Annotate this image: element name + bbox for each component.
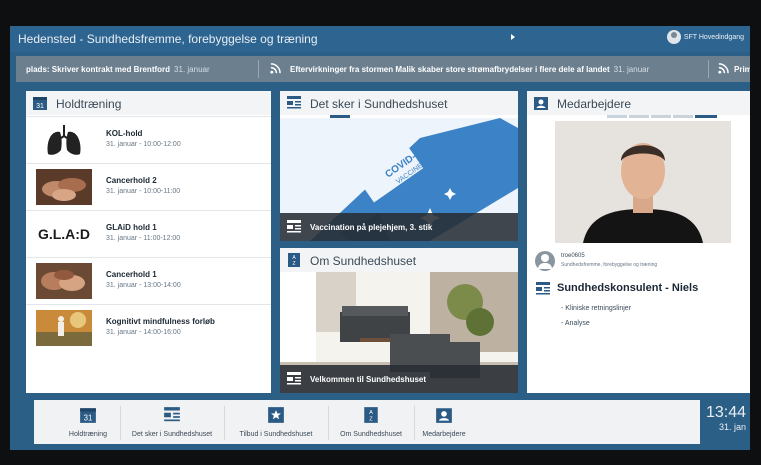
image-caption: Velkommen til Sundhedshuset (280, 365, 518, 393)
info-screen: Hedensted - Sundhedsfremme, forebyggelse… (10, 26, 750, 450)
news-icon (287, 96, 301, 109)
panel-title: Holdtræning (56, 97, 122, 111)
glad-logo: G.L.A:D (37, 226, 91, 242)
tab-det-sker[interactable]: Det sker i Sundhedshuset (120, 400, 224, 444)
item-title: Kognitivt mindfulness forløb (106, 317, 215, 326)
contact-icon (534, 97, 548, 110)
hands-photo (36, 169, 92, 205)
clock-date: 31. jan (718, 422, 746, 432)
item-date: 31. januar - 10:00-12:00 (106, 141, 181, 148)
item-date: 31. januar - 10:00-11:00 (106, 188, 181, 195)
rss-icon (718, 63, 729, 74)
svg-text:31: 31 (36, 103, 44, 110)
top-bar: Hedensted - Sundhedsfremme, forebyggelse… (10, 26, 750, 52)
az-icon: A Z (288, 253, 300, 267)
clock: 13:44 31. jan (706, 404, 746, 432)
om-sundhedshuset-panel[interactable]: A Z Om Sundhedshuset Velkommen til Sundh… (280, 248, 518, 393)
calendar-icon: 31 (33, 97, 47, 110)
slide-indicator (607, 115, 717, 118)
tab-tilbud[interactable]: Tilbud i Sundhedshuset (224, 400, 328, 444)
ticker-item[interactable]: plads: Skriver kontrakt med Brentford 31.… (26, 65, 210, 74)
news-ticker: plads: Skriver kontrakt med Brentford 31.… (16, 56, 750, 82)
employee-department: Sundhedsfremme, forebyggelse og træning (561, 262, 658, 268)
svg-text:Z: Z (292, 261, 295, 267)
list-item[interactable]: Kognitivt mindfulness forløb 31. januar … (26, 304, 271, 351)
caption-text: Vaccination på plejehjem, 3. stik (310, 223, 433, 232)
news-icon (287, 372, 301, 385)
news-icon (287, 220, 301, 233)
panel-header: 31 Holdtræning (26, 91, 271, 115)
employee-username: troe0605 (561, 253, 585, 259)
star-icon (268, 407, 284, 423)
item-title: KOL-hold (106, 129, 143, 138)
panel-title: Om Sundhedshuset (310, 254, 417, 268)
ticker-item[interactable]: Prim (734, 65, 750, 74)
svg-text:Z: Z (369, 417, 373, 423)
employee-skill: - Analyse (561, 320, 590, 327)
tab-label: Medarbejdere (422, 431, 466, 438)
news-icon (164, 407, 180, 422)
ticker-item[interactable]: Eftervirkninger fra stormen Malik skaber… (290, 65, 649, 74)
bottom-tab-bar: 31 Holdtræning Det sker i Sundhedshuset … (34, 400, 700, 444)
svg-text:A: A (369, 410, 373, 416)
user-name: SFT Hovedindgang (683, 33, 744, 41)
employee-avatar (535, 251, 555, 271)
panel-title: Medarbejdere (557, 97, 632, 111)
employee-photo (555, 121, 731, 243)
list-item[interactable]: G.L.A:D GLAiD hold 1 31. januar - 11:00-… (26, 210, 271, 257)
panel-title: Det sker i Sundhedshuset (310, 97, 448, 111)
item-title: GLAiD hold 1 (106, 223, 157, 232)
tab-label: Tilbud i Sundhedshuset (239, 431, 313, 438)
app-title: Hedensted - Sundhedsfremme, forebyggelse… (18, 32, 318, 46)
rss-icon (270, 63, 281, 74)
list-item[interactable]: Cancerhold 1 31. januar - 13:00-14:00 (26, 257, 271, 304)
az-icon: A Z (364, 407, 378, 423)
hands-photo (36, 263, 92, 299)
calendar-icon: 31 (80, 408, 96, 423)
item-title: Cancerhold 1 (106, 270, 157, 279)
employee-name: Sundhedskonsulent - Niels (557, 282, 699, 294)
panel-header: A Z Om Sundhedshuset (280, 248, 518, 272)
news-icon (536, 282, 550, 295)
ticker-divider (258, 60, 259, 78)
panel-header: Det sker i Sundhedshuset (280, 91, 518, 115)
item-title: Cancerhold 2 (106, 176, 157, 185)
clock-time: 13:44 (705, 404, 746, 421)
tab-label: Det sker i Sundhedshuset (131, 431, 213, 438)
contact-icon (436, 408, 452, 423)
tab-om-sundhedshuset[interactable]: A Z Om Sundhedshuset (328, 400, 414, 444)
item-date: 31. januar - 11:00-12:00 (106, 235, 181, 242)
mouse-cursor-icon (511, 34, 515, 40)
svg-text:31: 31 (84, 414, 93, 423)
ticker-divider (708, 60, 709, 78)
item-date: 31. januar - 13:00-14:00 (106, 282, 181, 289)
image-caption: Vaccination på plejehjem, 3. stik (280, 213, 518, 241)
employee-skill: - Kliniske retningslinjer (561, 305, 632, 312)
mindfulness-photo (36, 310, 92, 346)
holdtraening-panel: 31 Holdtræning KOL-hold 31. januar - 10:… (26, 91, 271, 393)
medarbejdere-panel[interactable]: Medarbejdere troe0605 Sundhedsfremme, fo… (527, 91, 750, 393)
panel-header: Medarbejdere (527, 91, 750, 115)
user-indicator[interactable]: SFT Hovedindgang (666, 30, 744, 44)
tab-label: Om Sundhedshuset (340, 431, 402, 438)
lungs-icon (36, 122, 92, 158)
det-sker-panel[interactable]: Det sker i Sundhedshuset COVID-19 VACCIN… (280, 91, 518, 241)
item-date: 31. januar - 14:00-16:00 (106, 329, 181, 336)
user-avatar-icon (666, 30, 681, 44)
tab-medarbejdere[interactable]: Medarbejdere (414, 400, 474, 444)
list-item[interactable]: KOL-hold 31. januar - 10:00-12:00 (26, 116, 271, 163)
list-item[interactable]: Cancerhold 2 31. januar - 10:00-11:00 (26, 163, 271, 210)
caption-text: Velkommen til Sundhedshuset (310, 375, 427, 384)
